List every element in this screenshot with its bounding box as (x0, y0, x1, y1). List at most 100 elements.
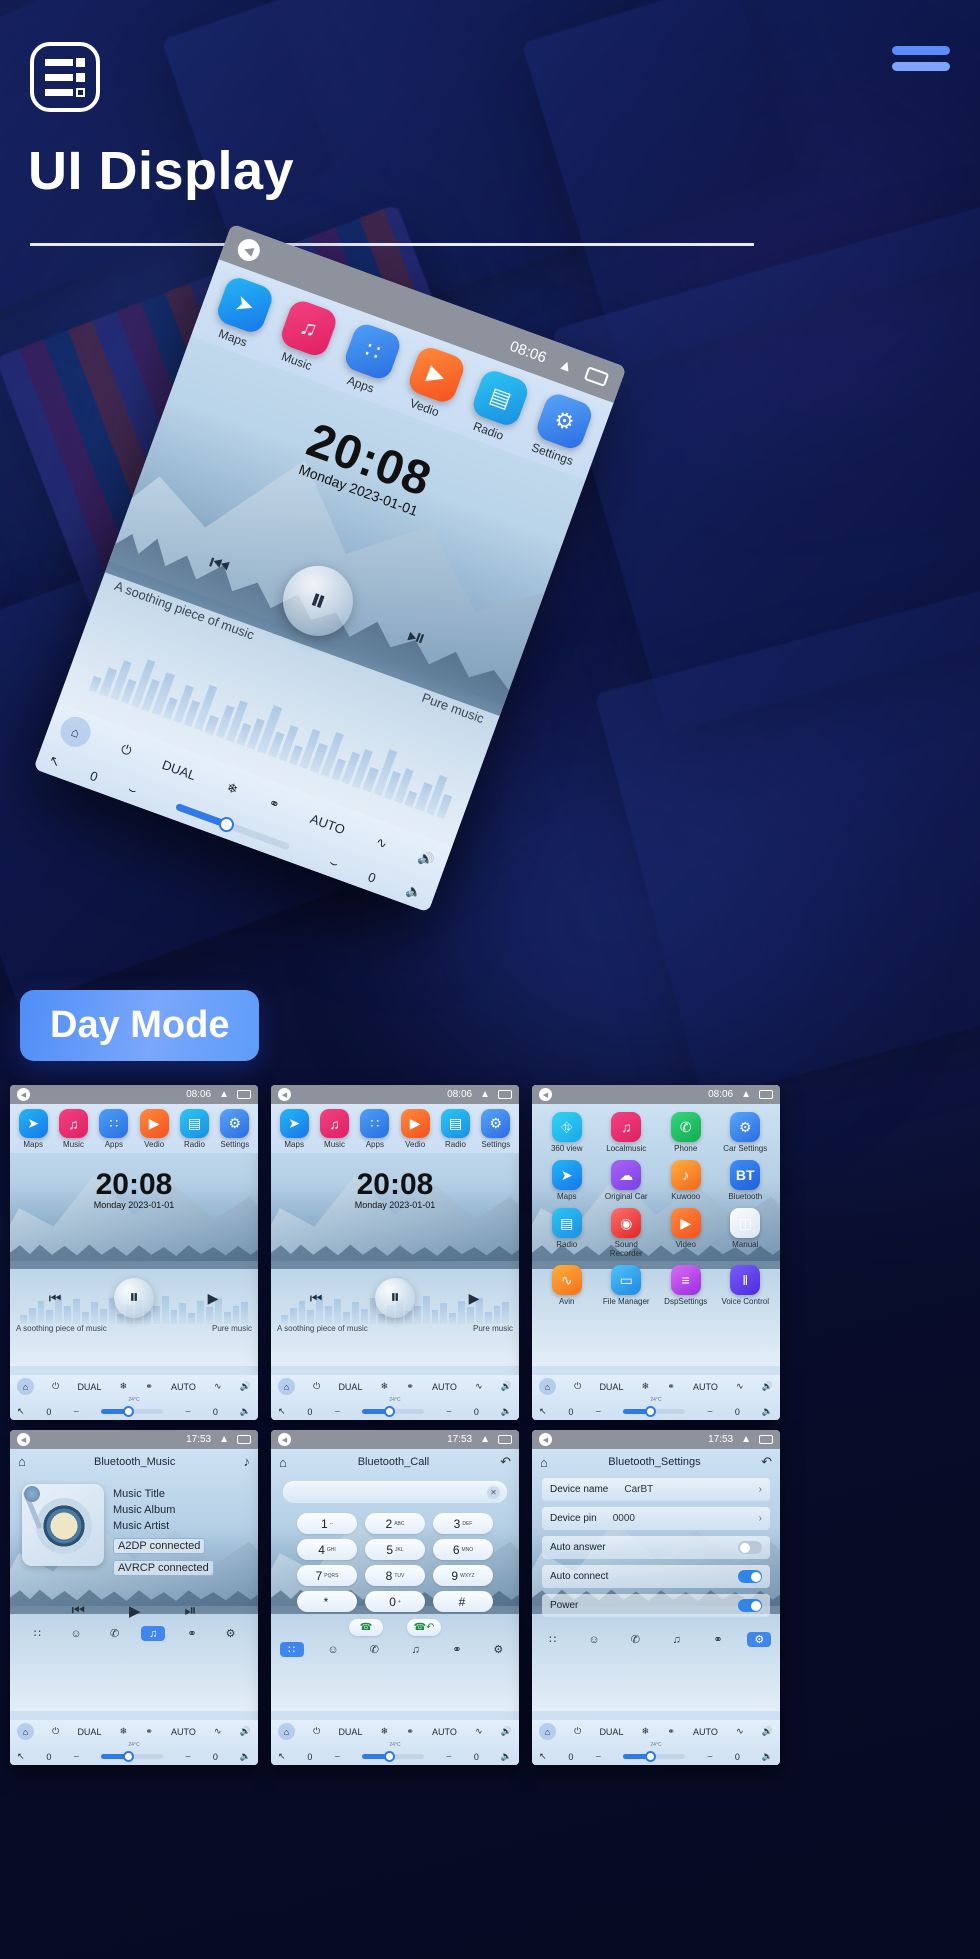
next-track-icon[interactable]: ▶ (200, 1285, 226, 1311)
app-settings[interactable]: ⚙ Settings (522, 388, 601, 471)
tab-link[interactable]: ⚭ (706, 1632, 730, 1647)
app-vedio[interactable]: ▶ Vedio (395, 1109, 435, 1149)
auto-label[interactable]: AUTO (308, 810, 347, 836)
auto-label[interactable]: AUTO (171, 1382, 196, 1392)
volume-icon[interactable]: 🔊 (501, 1726, 512, 1737)
recents-icon[interactable] (759, 1090, 773, 1099)
app-localmusic[interactable]: ♫ Localmusic (598, 1112, 656, 1153)
back-icon[interactable]: ◀ (539, 1088, 552, 1101)
recents-icon[interactable] (498, 1435, 512, 1444)
next-track-icon[interactable]: ▶ (461, 1285, 487, 1311)
home-icon[interactable]: ⌂ (540, 1455, 548, 1470)
volume-down-icon[interactable]: 🔈 (240, 1751, 251, 1762)
power-icon[interactable]: ⏻ (52, 1381, 59, 1392)
chevron-up-icon[interactable]: ▲ (219, 1434, 229, 1445)
tab-link[interactable]: ⚭ (445, 1642, 469, 1657)
seat-icon[interactable]: ⌣ (595, 1406, 601, 1417)
app-apps[interactable]: ∷ Apps (94, 1109, 134, 1149)
recents-icon[interactable] (237, 1435, 251, 1444)
tab-music-note[interactable]: ♫ (665, 1632, 689, 1647)
power-icon[interactable]: ⏻ (574, 1726, 581, 1737)
snowflake-icon[interactable]: ❄ (642, 1726, 650, 1737)
tab-settings-gear[interactable]: ⚙ (747, 1632, 772, 1647)
app-manual[interactable]: ◫ Manual (717, 1208, 775, 1258)
app-kuwooo[interactable]: ♪ Kuwooo (657, 1160, 715, 1201)
tab-settings-gear[interactable]: ⚙ (219, 1626, 243, 1641)
app-settings[interactable]: ⚙ Settings (215, 1109, 255, 1149)
app-vedio[interactable]: ▶ Vedio (394, 342, 473, 425)
back-arrow-icon[interactable]: ↖ (539, 1751, 547, 1762)
settings-row[interactable]: Power (542, 1594, 770, 1617)
power-icon[interactable]: ⏻ (52, 1726, 59, 1737)
volume-icon[interactable]: 🔊 (762, 1726, 773, 1737)
pause-icon[interactable]: ⏸ (375, 1278, 415, 1318)
tab-keypad[interactable]: ∷ (25, 1626, 49, 1641)
chevron-up-icon[interactable]: ▲ (219, 1089, 229, 1100)
app-original-car[interactable]: ☁ Original Car (598, 1160, 656, 1201)
app-maps[interactable]: ➤ Maps (538, 1160, 596, 1201)
tab-contacts[interactable]: ☺ (321, 1642, 345, 1657)
app-settings[interactable]: ⚙ Settings (476, 1109, 516, 1149)
settings-row[interactable]: Auto connect (542, 1565, 770, 1588)
defrost-icon[interactable]: ⚭ (145, 1381, 153, 1392)
recents-icon[interactable] (759, 1435, 773, 1444)
app-360-view[interactable]: ⛗ 360 view (538, 1112, 596, 1153)
chevron-up-icon[interactable]: ▲ (480, 1434, 490, 1445)
auto-label[interactable]: AUTO (693, 1382, 718, 1392)
recents-icon[interactable] (237, 1090, 251, 1099)
app-sound-recorder[interactable]: ◉ Sound Recorder (598, 1208, 656, 1258)
seat-heat-icon[interactable]: ⌣ (185, 1751, 191, 1762)
redial-icon[interactable]: ☎↶ (407, 1619, 441, 1636)
back-arrow-icon[interactable]: ↖ (17, 1751, 25, 1762)
dialpad-key-8[interactable]: 8 TUV (365, 1565, 425, 1586)
fan-icon[interactable]: ∿ (736, 1726, 744, 1737)
volume-down-icon[interactable]: 🔈 (501, 1406, 512, 1417)
dialpad-key-0[interactable]: 0 + (365, 1591, 425, 1612)
back-arrow-icon[interactable]: ↖ (539, 1406, 547, 1417)
back-arrow-icon[interactable]: ↖ (278, 1751, 286, 1762)
seat-icon[interactable]: ⌣ (334, 1751, 340, 1762)
home-icon[interactable]: ⌂ (279, 1455, 287, 1470)
home-icon[interactable]: ⌂ (17, 1723, 34, 1740)
auto-label[interactable]: AUTO (432, 1382, 457, 1392)
app-radio[interactable]: ▤ Radio (435, 1109, 475, 1149)
volume-icon[interactable]: 🔊 (240, 1381, 251, 1392)
back-icon[interactable]: ◀ (234, 235, 263, 265)
snowflake-icon[interactable]: ❄ (120, 1381, 128, 1392)
app-radio[interactable]: ▤ Radio (458, 365, 537, 448)
back-arrow-icon[interactable]: ↖ (278, 1406, 286, 1417)
music-note-icon[interactable]: ♪ (244, 1454, 251, 1469)
back-arrow-icon[interactable]: ↖ (17, 1406, 25, 1417)
volume-icon[interactable]: 🔊 (501, 1381, 512, 1392)
app-video[interactable]: ▶ Video (657, 1208, 715, 1258)
back-arrow-icon[interactable]: ↶ (761, 1454, 772, 1470)
fan-icon[interactable]: ∿ (214, 1726, 222, 1737)
defrost-icon[interactable]: ⚭ (266, 795, 282, 814)
play-icon[interactable]: ▶ (129, 1602, 141, 1620)
dual-label[interactable]: DUAL (77, 1382, 101, 1392)
volume-icon[interactable]: 🔊 (416, 849, 436, 870)
home-icon[interactable]: ⌂ (56, 712, 95, 752)
seat-heat-icon[interactable]: ⌣ (327, 854, 340, 872)
app-maps[interactable]: ➤ Maps (202, 272, 281, 355)
back-arrow-icon[interactable]: ↖ (47, 752, 62, 771)
power-icon[interactable]: ⏻ (119, 741, 134, 760)
home-icon[interactable]: ⌂ (539, 1378, 556, 1395)
volume-down-icon[interactable]: 🔈 (762, 1751, 773, 1762)
dialpad-key-7[interactable]: 7 PQRS (297, 1565, 357, 1586)
back-icon[interactable]: ◀ (17, 1433, 30, 1446)
app-radio[interactable]: ▤ Radio (538, 1208, 596, 1258)
tab-contacts[interactable]: ☺ (64, 1626, 88, 1641)
power-icon[interactable]: ⏻ (313, 1381, 320, 1392)
dual-label[interactable]: DUAL (160, 757, 198, 783)
snowflake-icon[interactable]: ❄ (224, 779, 240, 798)
volume-down-icon[interactable]: 🔈 (404, 882, 424, 903)
back-icon[interactable]: ◀ (17, 1088, 30, 1101)
seat-heat-icon[interactable]: ⌣ (446, 1751, 452, 1762)
defrost-icon[interactable]: ⚭ (667, 1381, 675, 1392)
fan-icon[interactable]: ∿ (374, 834, 389, 853)
home-icon[interactable]: ⌂ (278, 1723, 295, 1740)
auto-label[interactable]: AUTO (171, 1727, 196, 1737)
volume-icon[interactable]: 🔊 (762, 1381, 773, 1392)
chevron-up-icon[interactable]: ▲ (741, 1434, 751, 1445)
